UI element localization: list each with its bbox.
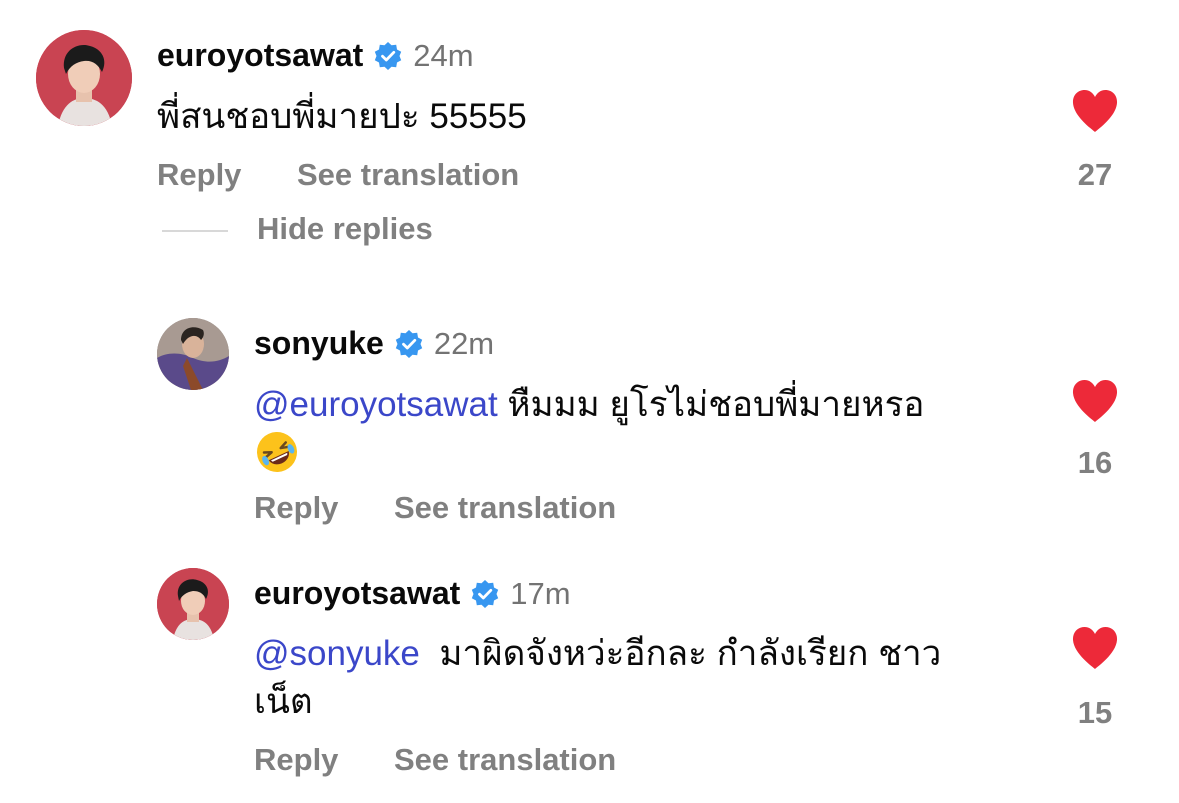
comment-body: พี่สนชอบพี่มายปะ 55555 (157, 97, 527, 136)
comment-actions: Reply See translation (254, 742, 616, 778)
avatar[interactable] (36, 30, 132, 126)
verified-badge-icon (373, 41, 403, 71)
username[interactable]: euroyotsawat (157, 37, 363, 74)
comment-text: พี่สนชอบพี่มายปะ 55555 (157, 93, 527, 141)
see-translation-button[interactable]: See translation (297, 157, 519, 193)
timestamp: 17m (510, 575, 571, 611)
like-count[interactable]: 15 (1055, 695, 1135, 731)
avatar[interactable] (157, 318, 229, 390)
reply-button[interactable]: Reply (254, 742, 394, 778)
username[interactable]: sonyuke (254, 325, 384, 362)
heart-icon[interactable] (1071, 379, 1119, 423)
avatar-image (157, 318, 229, 390)
verified-badge-icon (470, 579, 500, 609)
see-translation-button[interactable]: See translation (394, 490, 616, 526)
timestamp: 22m (433, 325, 495, 361)
verified-badge-icon (394, 329, 424, 359)
comment-header: euroyotsawat 24m (157, 37, 474, 74)
mention-link[interactable]: @euroyotsawat (254, 385, 498, 424)
mention-link[interactable]: @sonyuke (254, 634, 420, 673)
comment-actions: Reply See translation (254, 490, 616, 526)
avatar[interactable] (157, 568, 229, 640)
like-count[interactable]: 16 (1055, 445, 1135, 481)
hide-replies-button[interactable]: Hide replies (257, 211, 433, 247)
username[interactable]: euroyotsawat (254, 575, 460, 612)
comment-actions: Reply See translation (157, 157, 519, 193)
avatar-image (36, 30, 132, 126)
comment-body: มาผิดจังหว่ะอีกละ กำลังเรียก ชาว (419, 634, 942, 673)
rolling-on-the-floor-laughing-emoji (254, 429, 300, 475)
comment-header: euroyotsawat 17m (254, 575, 571, 612)
like-count[interactable]: 27 (1055, 157, 1135, 193)
reply-button[interactable]: Reply (254, 490, 394, 526)
heart-icon[interactable] (1071, 626, 1119, 670)
avatar-image (157, 568, 229, 640)
timestamp: 24m (413, 37, 474, 73)
heart-icon[interactable] (1071, 89, 1119, 133)
comment-text: @euroyotsawat หืมมม ยูโรไม่ชอบพี่มายหรอ (254, 381, 1034, 480)
see-translation-button[interactable]: See translation (394, 742, 616, 778)
comment-body-line2: เน็ต (254, 682, 313, 721)
thread-divider (162, 230, 228, 232)
comment-header: sonyuke 22m (254, 325, 494, 362)
reply-button[interactable]: Reply (157, 157, 297, 193)
comment-text: @sonyuke มาผิดจังหว่ะอีกละ กำลังเรียก ชา… (254, 630, 1034, 726)
comment-body: หืมมม ยูโรไม่ชอบพี่มายหรอ (497, 385, 925, 424)
